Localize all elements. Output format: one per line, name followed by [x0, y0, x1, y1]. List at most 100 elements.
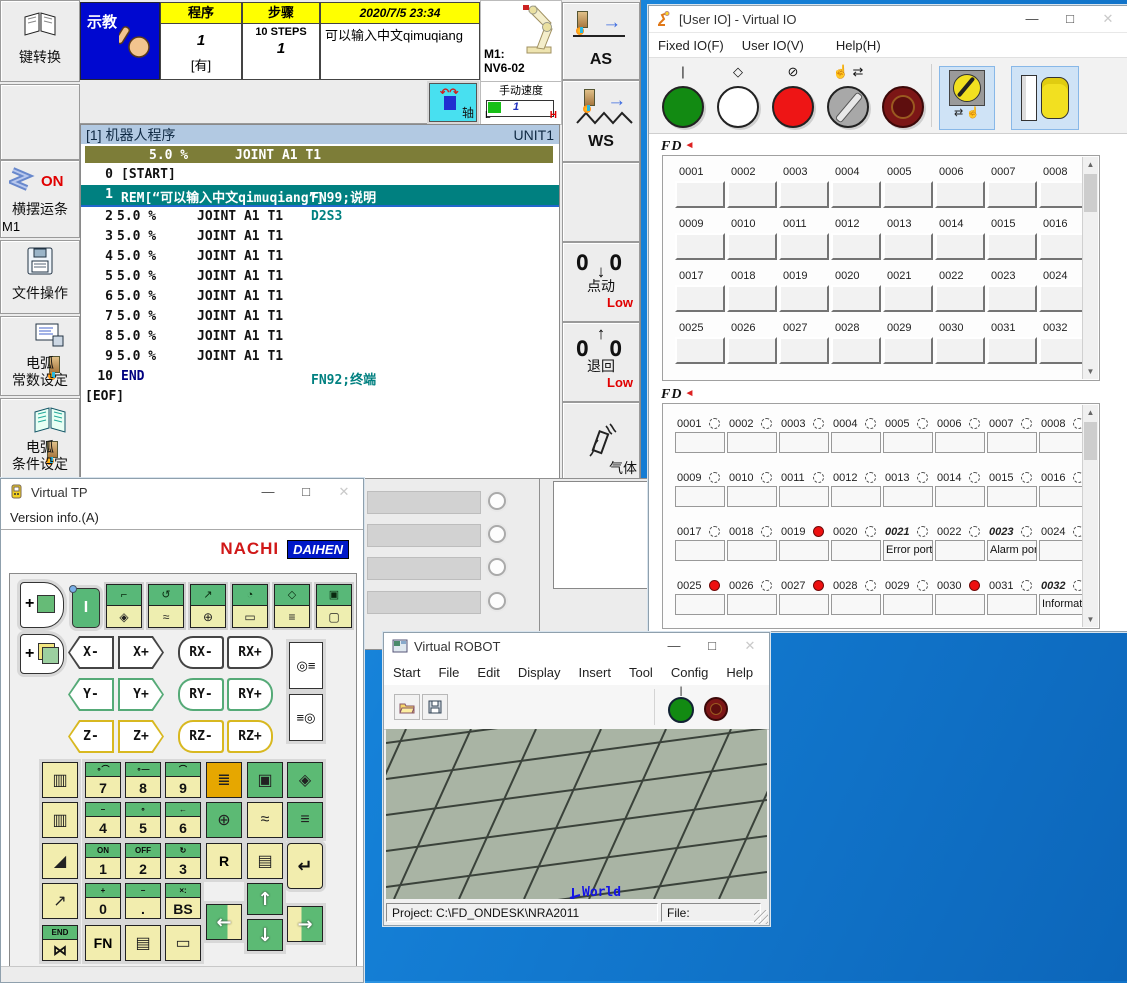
open-project-button[interactable]: [394, 694, 420, 720]
clipboard-key[interactable]: ▭: [165, 925, 201, 961]
speed-ramp-key[interactable]: ◢: [42, 843, 78, 879]
screen-change-key[interactable]: +: [20, 582, 64, 628]
input-signal-button[interactable]: [779, 337, 829, 364]
input-signal-button[interactable]: [727, 337, 777, 364]
jog-key-rzminus[interactable]: RZ-: [178, 720, 224, 753]
arrow-down-key[interactable]: ↓: [247, 919, 283, 951]
input-signal-button[interactable]: [727, 181, 777, 208]
menu-fixed-io[interactable]: Fixed IO(F): [649, 38, 733, 53]
menu-insert[interactable]: Insert: [569, 665, 620, 680]
power-key[interactable]: I: [72, 588, 100, 628]
output-name-field[interactable]: [779, 486, 829, 507]
hands-key[interactable]: ≈: [247, 802, 283, 838]
emergency-button[interactable]: [704, 697, 728, 721]
input-signal-button[interactable]: [935, 181, 985, 208]
output-name-field[interactable]: [779, 540, 829, 561]
menu-edit[interactable]: Edit: [468, 665, 508, 680]
numpad-key-7[interactable]: ∘⌒7: [85, 762, 121, 798]
stop-list-key[interactable]: ◇≡: [274, 584, 310, 628]
menu-help[interactable]: Help: [717, 665, 762, 680]
motor-on-button[interactable]: |: [661, 64, 705, 126]
coord-system-key[interactable]: ↗⊕: [190, 584, 226, 628]
start-button[interactable]: ◇: [716, 64, 760, 126]
program-line[interactable]: 0[START]: [81, 165, 559, 185]
output-name-field[interactable]: [831, 594, 881, 615]
input-signal-button[interactable]: [727, 285, 777, 312]
minimize-button[interactable]: —: [1013, 6, 1051, 32]
scroll-down-icon[interactable]: ▼: [1083, 612, 1098, 627]
gas-button[interactable]: 气体: [562, 402, 640, 480]
overlap-select-key[interactable]: ≣: [206, 762, 242, 798]
program-line[interactable]: 35.0 %JOINT A1 T1: [81, 227, 559, 247]
output-name-field[interactable]: [987, 594, 1037, 615]
input-signal-button[interactable]: [987, 181, 1037, 208]
user-io-titlebar[interactable]: [User IO] - Virtual IO — □ ✕: [649, 6, 1127, 33]
numpad-key-9[interactable]: ⌒9: [165, 762, 201, 798]
function-key-lamp[interactable]: [488, 592, 506, 610]
input-signal-button[interactable]: [883, 337, 933, 364]
numpad-key-⋈[interactable]: END⋈: [42, 925, 78, 961]
check-go-key[interactable]: ◎≡: [289, 642, 323, 689]
coord-jump-key[interactable]: ⊕: [206, 802, 242, 838]
robot-switch-key[interactable]: ◈: [287, 762, 323, 798]
program-line[interactable]: 75.0 %JOINT A1 T1: [81, 307, 559, 327]
maximize-button[interactable]: □: [287, 479, 325, 505]
input-signal-button[interactable]: [831, 337, 881, 364]
arrow-right-key[interactable]: →: [287, 906, 323, 942]
input-signal-button[interactable]: [675, 181, 725, 208]
output-name-field[interactable]: [935, 486, 985, 507]
program-step-key[interactable]: ▥: [42, 802, 78, 838]
output-name-field[interactable]: [883, 486, 933, 507]
input-signal-button[interactable]: [831, 181, 881, 208]
menu-display[interactable]: Display: [509, 665, 570, 680]
program-call-key[interactable]: ▥: [42, 762, 78, 798]
unit-select-key[interactable]: ⌐◈: [106, 584, 142, 628]
output-name-field[interactable]: [987, 432, 1037, 453]
jog-back-button[interactable]: ↑ O O 退回 Low: [562, 322, 640, 402]
numpad-key-4[interactable]: –4: [85, 802, 121, 838]
output-name-field[interactable]: Error port: [883, 540, 933, 561]
input-signal-button[interactable]: [675, 337, 725, 364]
jog-forward-button[interactable]: O O ↓ 点动 Low: [562, 242, 640, 322]
file-operation-button[interactable]: 文件操作: [0, 240, 80, 314]
output-name-field[interactable]: [727, 540, 777, 561]
input-signal-button[interactable]: [935, 233, 985, 260]
input-signal-button[interactable]: [779, 285, 829, 312]
function-key-lamp[interactable]: [488, 492, 506, 510]
output-name-field[interactable]: [675, 594, 725, 615]
output-name-field[interactable]: [779, 432, 829, 453]
resize-grip[interactable]: [754, 910, 768, 924]
minimize-button[interactable]: —: [249, 479, 287, 505]
screen-shift-key[interactable]: ▣▢: [316, 584, 352, 628]
output-name-field[interactable]: [675, 432, 725, 453]
stop-button[interactable]: ⊘: [771, 64, 815, 126]
output-name-field[interactable]: [831, 432, 881, 453]
close-button[interactable]: ✕: [325, 479, 363, 505]
close-button[interactable]: ✕: [1089, 6, 1127, 32]
scroll-thumb[interactable]: [1084, 422, 1097, 460]
program-line[interactable]: 95.0 %JOINT A1 T1: [81, 347, 559, 367]
numpad-key-3[interactable]: ↻3: [165, 843, 201, 879]
screen-merge-key[interactable]: ▣: [247, 762, 283, 798]
numpad-key-bs[interactable]: ×:BS: [165, 883, 201, 919]
weave-start-button[interactable]: → WS: [562, 80, 640, 162]
r-key[interactable]: R: [206, 843, 242, 879]
program-line[interactable]: 45.0 %JOINT A1 T1: [81, 247, 559, 267]
input-signal-button[interactable]: [987, 337, 1037, 364]
output-name-field[interactable]: [727, 486, 777, 507]
scroll-thumb[interactable]: [1084, 174, 1097, 212]
jog-key-yplus[interactable]: Y+: [118, 678, 164, 711]
input-signal-button[interactable]: [883, 285, 933, 312]
help-book-key[interactable]: ▤: [247, 843, 283, 879]
weave-on-button[interactable]: ON 横摆运条 M1: [0, 160, 80, 238]
output-name-field[interactable]: [935, 594, 985, 615]
arc-start-button[interactable]: → AS: [562, 2, 640, 80]
input-signal-button[interactable]: [987, 285, 1037, 312]
program-line[interactable]: 65.0 %JOINT A1 T1: [81, 287, 559, 307]
output-scrollbar[interactable]: ▲ ▼: [1082, 405, 1098, 627]
sidebar-empty-button[interactable]: [0, 84, 80, 160]
menu-help[interactable]: Help(H): [827, 38, 890, 53]
scroll-down-icon[interactable]: ▼: [1083, 364, 1098, 379]
numpad-key-5[interactable]: ∘5: [125, 802, 161, 838]
output-name-field[interactable]: [727, 594, 777, 615]
